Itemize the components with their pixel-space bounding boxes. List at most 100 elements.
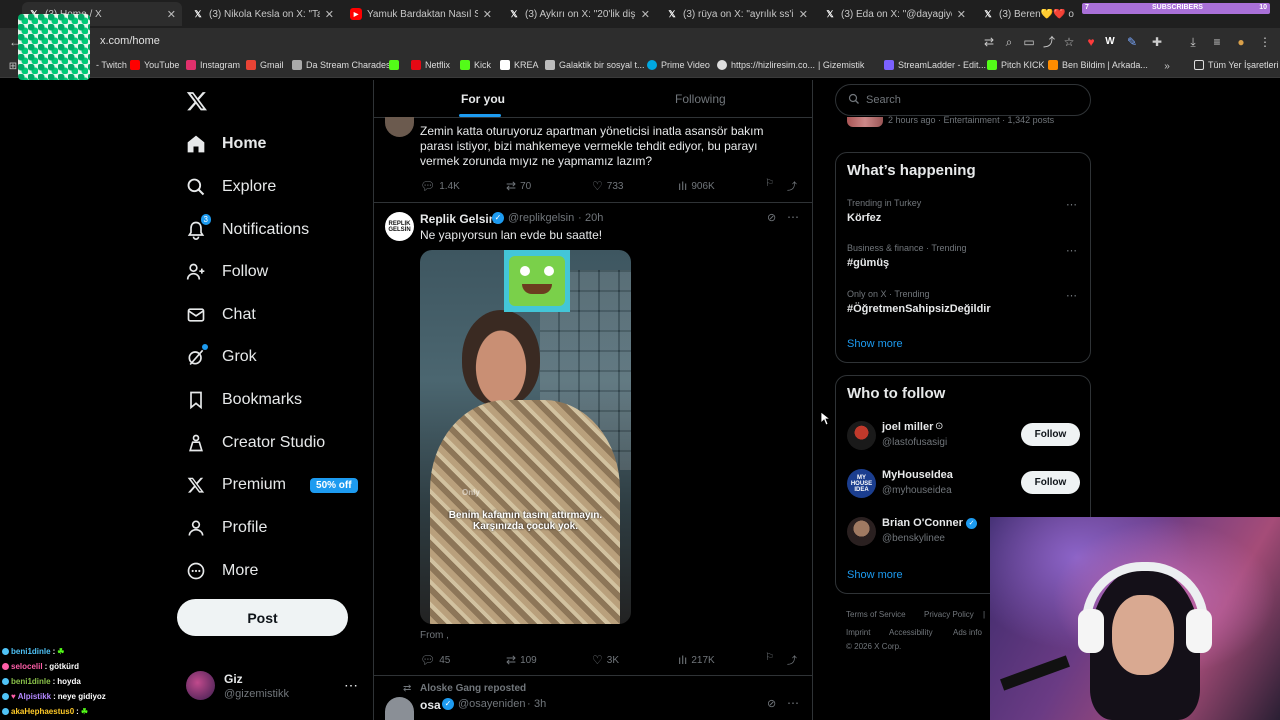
tab-3[interactable]: 𝕏 (3) Aykırı on X: "20'lik dişini ald ✕	[502, 2, 656, 26]
suggested-user-name[interactable]: Brian O'Conner	[882, 517, 963, 529]
extensions-icon[interactable]: ✚	[1150, 35, 1164, 49]
tab-1[interactable]: 𝕏 (3) Nikola Kesla on X: "Tam ben ✕	[186, 2, 340, 26]
tab-following[interactable]: Following	[675, 92, 726, 106]
close-tab-icon[interactable]: ✕	[799, 8, 808, 21]
more-dots-icon[interactable]: ⋯	[1066, 198, 1077, 211]
repost-button[interactable]: ⇄ 109	[506, 653, 537, 667]
nav-profile[interactable]: Profile	[186, 515, 267, 541]
bookmark-kick-1[interactable]	[389, 60, 399, 70]
avatar[interactable]	[847, 517, 876, 546]
nav-premium[interactable]: Premium 50% off	[186, 472, 358, 498]
follow-button[interactable]: Follow	[1021, 423, 1080, 446]
download-icon[interactable]: ⤓	[1186, 35, 1200, 49]
bookmark-streamladder[interactable]: StreamLadder - Edit...	[884, 60, 986, 70]
share-icon[interactable]: ⤴	[787, 652, 797, 667]
account-switcher[interactable]: Giz @gizemistikk ⋯	[186, 671, 358, 703]
nav-notifications[interactable]: 3 Notifications	[186, 214, 309, 243]
tweet-time[interactable]: 20h	[585, 212, 603, 224]
trends-show-more[interactable]: Show more	[847, 338, 903, 350]
footer-ads-info[interactable]: Ads info	[953, 628, 982, 637]
bookmark-icon[interactable]: ⚐	[765, 178, 774, 189]
profile-avatar-icon[interactable]: ●	[1234, 35, 1248, 49]
bookmark-instagram[interactable]: Instagram	[186, 60, 240, 70]
tweet-author[interactable]: Replik Gelsin	[420, 212, 496, 226]
bookmark-twitch[interactable]: - Twitch	[96, 60, 127, 70]
bookmark-hizliresim[interactable]: https://hizliresim.co...	[717, 60, 815, 70]
post-button[interactable]: Post	[177, 599, 348, 636]
like-button[interactable]: ♡ 733	[592, 179, 623, 193]
x-logo-icon[interactable]	[186, 90, 208, 112]
footer-privacy[interactable]: Privacy Policy	[924, 610, 974, 619]
bookmark-youtube[interactable]: YouTube	[130, 60, 179, 70]
tweet-handle[interactable]: @replikgelsin	[508, 212, 574, 224]
nav-chat[interactable]: Chat	[186, 302, 256, 328]
reposted-by[interactable]: Aloske Gang reposted	[420, 683, 526, 694]
tweet-handle[interactable]: @osayeniden	[458, 698, 525, 710]
search-input[interactable]: Search	[835, 84, 1091, 116]
footer-terms[interactable]: Terms of Service	[846, 610, 906, 619]
nav-more[interactable]: More	[186, 558, 258, 584]
nav-creator-studio[interactable]: Creator Studio	[186, 430, 325, 456]
share-icon[interactable]: ⤴	[787, 178, 797, 193]
like-button[interactable]: ♡ 3K	[592, 653, 619, 667]
more-dots-icon[interactable]: ⋯	[787, 696, 799, 710]
tweet-author[interactable]: osa	[420, 698, 441, 712]
grok-icon[interactable]: ⊘	[767, 211, 776, 224]
extension-red-icon[interactable]: ♥	[1084, 35, 1098, 49]
views-button[interactable]: ılı 217K	[678, 653, 715, 667]
tab-5[interactable]: 𝕏 (3) Eda on X: "@dayagiyedin Su ✕	[818, 2, 972, 26]
bookmark-pitch-kick[interactable]: Pitch KICK	[987, 60, 1045, 70]
bookmark-gizemistik[interactable]: | Gizemistik	[818, 60, 864, 70]
zoom-icon[interactable]: ⌕	[1002, 35, 1016, 49]
nav-home[interactable]: Home	[186, 131, 266, 157]
who-to-follow-show-more[interactable]: Show more	[847, 569, 903, 581]
close-tab-icon[interactable]: ✕	[483, 8, 492, 21]
tab-6[interactable]: 𝕏 (3) Beren💛❤️ on X: "Aynı	[976, 2, 1080, 26]
tab-2[interactable]: ▶ Yamuk Bardaktan Nasıl Su İçilir ✕	[344, 2, 498, 26]
nav-bookmarks[interactable]: Bookmarks	[186, 387, 302, 413]
avatar[interactable]	[847, 421, 876, 450]
close-tab-icon[interactable]: ✕	[957, 8, 966, 21]
bookmark-gmail[interactable]: Gmail	[246, 60, 284, 70]
translate-icon[interactable]: ⇄	[982, 35, 996, 49]
reply-button[interactable]: 💬︎ 1.4K	[420, 179, 460, 193]
tab-4[interactable]: 𝕏 (3) rüya on X: "ayrılık ss'i okum ✕	[660, 2, 814, 26]
extension-w-icon[interactable]: W	[1103, 35, 1117, 49]
bookmark-galaktik[interactable]: Galaktik bir sosyal t...	[545, 60, 645, 70]
avatar[interactable]: MY HOUSE IDEA	[847, 469, 876, 498]
bookmark-icon[interactable]: ⚐	[765, 652, 774, 663]
suggested-user-name[interactable]: joel miller	[882, 421, 933, 433]
bookmark-kick[interactable]: Kick	[460, 60, 491, 70]
more-dots-icon[interactable]: ⋯	[1066, 289, 1077, 302]
avatar[interactable]: REPLIK GELSİN	[385, 212, 414, 241]
footer-imprint[interactable]: Imprint	[846, 628, 870, 637]
follow-button[interactable]: Follow	[1021, 471, 1080, 494]
extension-blue-icon[interactable]: ✎	[1125, 35, 1139, 49]
avatar[interactable]	[385, 697, 414, 720]
tweet-time[interactable]: 3h	[534, 698, 546, 710]
reply-button[interactable]: 💬︎ 45	[420, 653, 450, 667]
more-dots-icon[interactable]: ⋯	[1066, 244, 1077, 257]
more-dots-icon[interactable]: ⋯	[344, 677, 358, 694]
bookmark-all[interactable]: Tüm Yer İşaretleri	[1194, 60, 1279, 70]
tab-for-you[interactable]: For you	[461, 92, 505, 106]
close-tab-icon[interactable]: ✕	[641, 8, 650, 21]
tweet-video[interactable]: Only Benim kafamın tasını attırmayın. Ka…	[420, 250, 631, 624]
bookmark-charades[interactable]: Da Stream Charades	[292, 60, 391, 70]
suggested-user-name[interactable]: MyHouseIdea	[882, 469, 953, 481]
url-text[interactable]: x.com/home	[100, 35, 160, 47]
close-tab-icon[interactable]: ✕	[325, 8, 334, 21]
close-tab-icon[interactable]: ✕	[167, 8, 176, 21]
nav-follow[interactable]: Follow	[186, 259, 268, 285]
bookmark-netflix[interactable]: Netflix	[411, 60, 450, 70]
bookmark-ben-bildim[interactable]: Ben Bildim | Arkada...	[1048, 60, 1148, 70]
views-button[interactable]: ılı 906K	[678, 179, 715, 193]
grok-icon[interactable]: ⊘	[767, 697, 776, 710]
chevron-right-icon[interactable]: »	[1160, 60, 1174, 74]
star-icon[interactable]: ☆	[1062, 35, 1076, 49]
bookmark-krea[interactable]: KREA	[500, 60, 539, 70]
cast-icon[interactable]: ▭	[1022, 35, 1036, 49]
share-icon[interactable]: ⤴	[1042, 35, 1056, 49]
repost-button[interactable]: ⇄ 70	[506, 179, 531, 193]
nav-explore[interactable]: Explore	[186, 174, 276, 200]
